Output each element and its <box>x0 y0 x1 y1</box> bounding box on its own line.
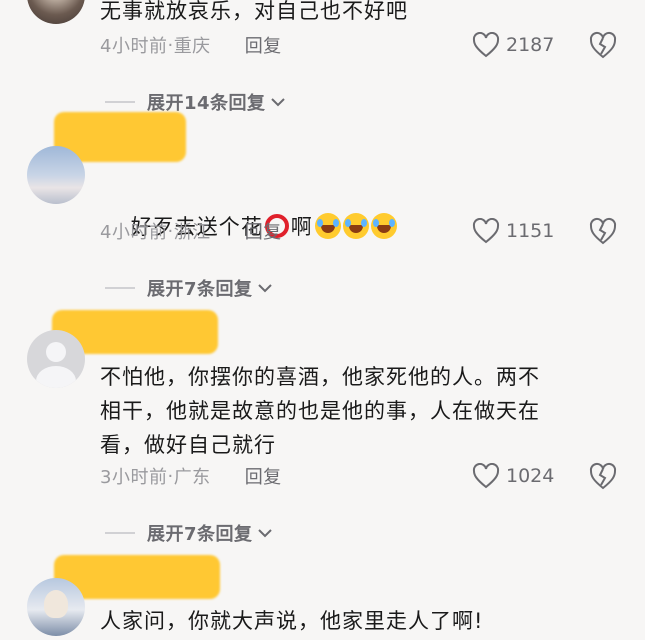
laughing-emoji-icon <box>314 213 341 239</box>
like-count: 1024 <box>506 465 555 487</box>
reply-button[interactable]: 回复 <box>245 463 282 489</box>
comment-meta: 4小时前 · 浙江 回复 <box>100 216 282 246</box>
like-button[interactable]: 1024 <box>472 461 554 491</box>
user-avatar[interactable] <box>27 330 85 388</box>
expand-divider <box>105 101 135 103</box>
broken-heart-icon[interactable] <box>588 30 618 60</box>
chevron-down-icon <box>257 529 272 538</box>
heart-outline-icon <box>472 463 500 489</box>
comment-text: 无事就放哀乐，对自己也不好吧 <box>100 0 408 23</box>
chevron-down-icon <box>257 284 272 293</box>
comment-list: 无事就放哀乐，对自己也不好吧 4小时前 · 重庆 回复 2187 展开14条回复… <box>0 0 645 640</box>
like-button[interactable]: 2187 <box>472 30 554 60</box>
reply-button[interactable]: 回复 <box>245 32 282 58</box>
expand-replies-button[interactable]: 展开7条回复 <box>105 518 273 548</box>
like-count: 2187 <box>506 34 555 56</box>
like-count: 1151 <box>506 220 555 242</box>
heart-outline-icon <box>472 218 500 244</box>
comment-text: 人家问，你就大声说，他家里走人了啊! <box>100 609 484 633</box>
expand-divider <box>105 287 135 289</box>
comment-time: 3小时前 <box>100 467 168 488</box>
user-avatar[interactable] <box>27 0 85 24</box>
reply-button[interactable]: 回复 <box>245 218 282 244</box>
comment-location: 浙江 <box>173 222 211 243</box>
comment-time: 4小时前 <box>100 36 168 57</box>
user-avatar[interactable] <box>27 578 85 636</box>
laughing-emoji-icon <box>370 213 397 239</box>
like-button[interactable]: 1151 <box>472 216 554 246</box>
user-avatar[interactable] <box>27 146 85 204</box>
comment-location: 广东 <box>173 467 211 488</box>
comment-location: 重庆 <box>173 36 211 57</box>
comment-time: 4小时前 <box>100 222 168 243</box>
expand-label: 展开7条回复 <box>147 279 253 300</box>
chevron-down-icon <box>270 98 285 107</box>
heart-outline-icon <box>472 32 500 58</box>
broken-heart-icon[interactable] <box>588 461 618 491</box>
comment-text-suffix: 啊 <box>290 215 313 239</box>
comment-meta: 4小时前 · 重庆 回复 <box>100 30 282 60</box>
expand-replies-button[interactable]: 展开7条回复 <box>105 273 273 303</box>
comment-text: 不怕他，你摆你的喜酒，他家死他的人。两不 相干，他就是故意的也是他的事，人在做天… <box>100 365 540 457</box>
broken-heart-icon[interactable] <box>588 216 618 246</box>
expand-label: 展开7条回复 <box>147 524 253 545</box>
comment-meta: 3小时前 · 广东 回复 <box>100 461 282 491</box>
expand-divider <box>105 532 135 534</box>
laughing-emoji-icon <box>342 213 369 239</box>
